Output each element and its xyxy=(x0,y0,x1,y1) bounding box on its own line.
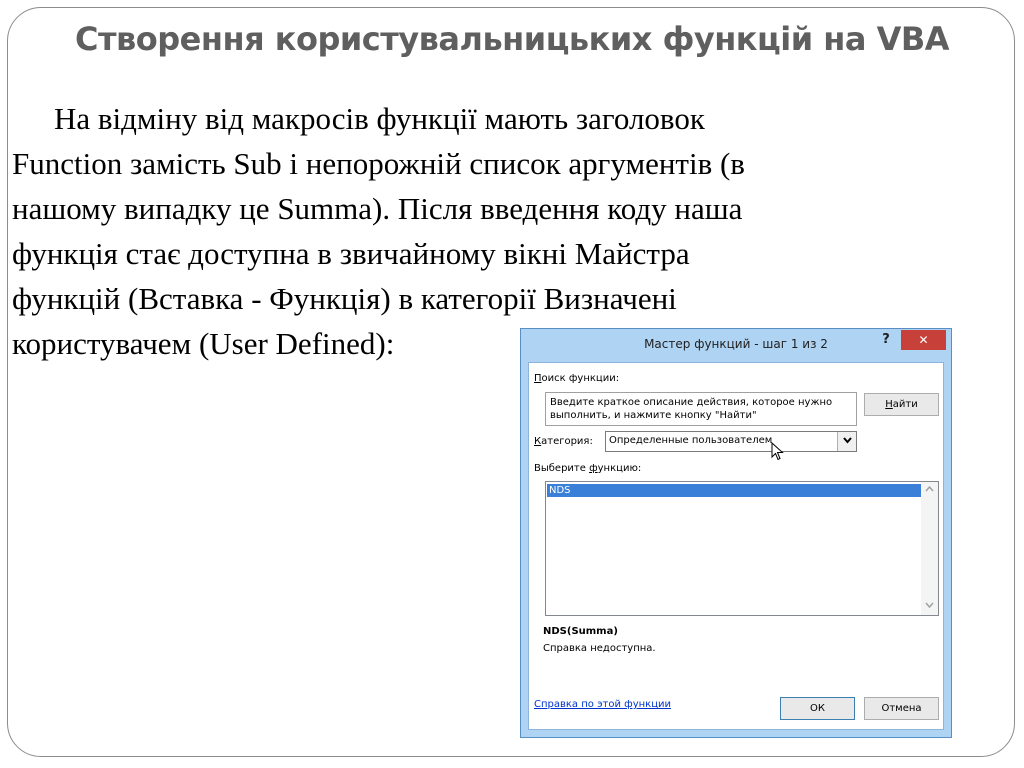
category-select[interactable]: Определенные пользователем xyxy=(605,431,857,452)
find-button-text: айти xyxy=(892,399,918,410)
scroll-up-icon[interactable] xyxy=(921,482,938,499)
search-function-input[interactable]: Введите краткое описание действия, котор… xyxy=(545,392,857,426)
paragraph-line-5: функцій (Вставка - Функція) в категорії … xyxy=(12,281,677,316)
function-listbox[interactable]: NDS xyxy=(545,481,939,616)
select-function-accesskey: ф xyxy=(589,463,598,474)
paragraph-line-1: На відміну від макросів функції мають за… xyxy=(54,101,705,136)
slide-title: Створення користувальницьких функцій на … xyxy=(74,20,950,58)
ok-button[interactable]: ОК xyxy=(780,697,855,720)
select-function-label-end: ункцию: xyxy=(597,463,642,474)
category-label-text: атегория: xyxy=(541,436,593,447)
paragraph-line-4: функція стає доступна в звичайному вікні… xyxy=(12,236,690,271)
listbox-scrollbar[interactable] xyxy=(921,482,938,615)
search-label-accesskey: П xyxy=(534,373,542,384)
cancel-button[interactable]: Отмена xyxy=(864,697,939,720)
mouse-cursor-icon xyxy=(771,442,784,461)
dialog-client-area: Поиск функции: Введите краткое описание … xyxy=(528,362,944,730)
list-item-nds[interactable]: NDS xyxy=(547,484,921,497)
function-signature: NDS(Summa) xyxy=(543,626,618,637)
search-function-label: Поиск функции: xyxy=(534,373,619,384)
paragraph-line-6: користувачем (User Defined): xyxy=(12,326,395,361)
dropdown-arrow-icon[interactable] xyxy=(837,432,856,451)
select-function-label-start: Выберите xyxy=(534,463,590,474)
search-label-text: оиск функции: xyxy=(541,373,620,384)
body-paragraph: На відміну від макросів функції мають за… xyxy=(12,96,972,366)
paragraph-line-2: Function замість Sub і непорожній список… xyxy=(12,146,745,181)
close-icon[interactable]: ✕ xyxy=(901,330,946,350)
help-icon[interactable]: ? xyxy=(879,332,893,352)
function-wizard-dialog: Мастер функций - шаг 1 из 2 ? ✕ Поиск фу… xyxy=(520,328,952,738)
category-select-value: Определенные пользователем xyxy=(609,435,773,446)
find-button[interactable]: Найти xyxy=(864,393,939,416)
dialog-titlebar[interactable]: Мастер функций - шаг 1 из 2 ? ✕ xyxy=(521,329,951,361)
help-on-function-link[interactable]: Справка по этой функции xyxy=(534,699,671,710)
find-button-accesskey: Н xyxy=(885,399,893,410)
scroll-down-icon[interactable] xyxy=(921,598,938,615)
function-description: Справка недоступна. xyxy=(543,643,656,654)
select-function-label: Выберите функцию: xyxy=(534,463,641,474)
paragraph-line-3: нашому випадку це Summa). Після введення… xyxy=(12,191,743,226)
category-label: Категория: xyxy=(534,436,593,447)
